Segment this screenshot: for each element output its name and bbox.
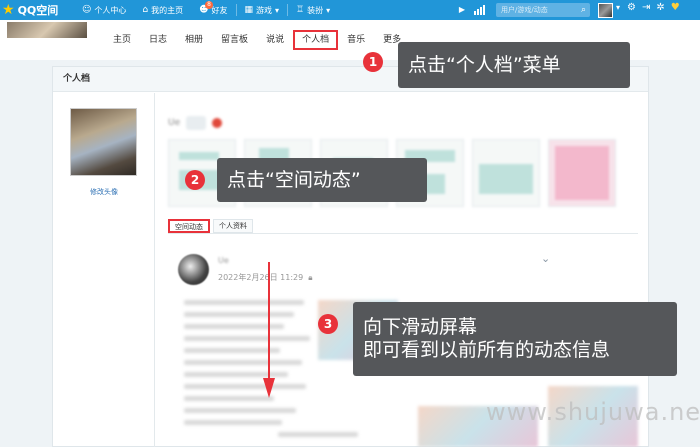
nav-label: 好友 (211, 5, 228, 15)
home-icon: ⌂ (142, 5, 149, 15)
nav-label: 我的主页 (151, 5, 184, 15)
chevron-down-icon[interactable]: ⌄ (541, 252, 550, 265)
callout-text: 点击“空间动态” (227, 168, 361, 191)
card-thumbnail[interactable] (548, 139, 616, 207)
step-number: 2 (185, 170, 205, 190)
callout-text: 点击“个人档”菜单 (408, 53, 561, 76)
profile-tabs: 主页 日志 相册 留言板 说说 个人档 音乐 更多 (104, 20, 410, 60)
chevron-down-icon[interactable]: ▾ (616, 3, 620, 12)
signal-icon[interactable] (474, 5, 486, 15)
avatar-column: 修改头像 (53, 93, 155, 447)
play-icon[interactable]: ▶ (456, 4, 468, 16)
tab-home[interactable]: 主页 (104, 30, 140, 50)
nav-personal-center[interactable]: ☺ 个人中心 (74, 0, 134, 20)
card-thumbnail[interactable] (472, 139, 540, 207)
chevron-down-icon: ▾ (326, 5, 331, 15)
brand-name: QQ空间 (17, 4, 59, 17)
profile-cover-thumb (5, 20, 89, 40)
nav-decorate[interactable]: ♖ 装扮 ▾ (288, 0, 338, 20)
top-icons: ⚙ ⇥ ✲ ♥ (627, 2, 680, 13)
nav-my-homepage[interactable]: ⌂ 我的主页 (134, 0, 191, 20)
strawberry-icon[interactable] (212, 118, 223, 128)
user-icon: ☺ (82, 5, 92, 15)
tab-blog[interactable]: 日志 (140, 30, 176, 50)
search-input[interactable]: 用户/游戏/动态 ⌕ (496, 3, 590, 17)
tab-personal-info[interactable]: 个人资料 (213, 219, 253, 233)
gear-icon[interactable]: ✲ (656, 2, 664, 13)
callout-step-1: 点击“个人档”菜单 (398, 42, 630, 88)
search-icon[interactable]: ⌕ (581, 3, 586, 17)
callout-step-3: 向下滑动屏幕 即可看到以前所有的动态信息 (353, 302, 677, 376)
watermark: www.shujuwa.net (486, 398, 700, 426)
exit-icon[interactable]: ⇥ (642, 2, 650, 13)
divider (168, 233, 638, 234)
post-author-avatar[interactable] (178, 254, 209, 285)
nav-label: 个人中心 (94, 5, 127, 15)
nav-label: 装扮 (307, 5, 324, 15)
settings-icon[interactable]: ⚙ (627, 2, 636, 13)
post-time-text: 2022年2月26日 11:29 (218, 273, 304, 282)
post-author-name[interactable]: Ue (218, 256, 229, 265)
nav-friends[interactable]: ☻ 8 好友 (191, 0, 235, 20)
callout-step-2: 点击“空间动态” (217, 158, 427, 202)
shirt-icon: ♖ (296, 5, 305, 15)
feed-subtabs: 空间动态 个人资料 (168, 219, 253, 233)
avatar[interactable] (598, 3, 613, 18)
callout-text: 即可看到以前所有的动态信息 (363, 339, 611, 361)
tab-space-feed[interactable]: 空间动态 (168, 219, 210, 233)
grid-icon: ▦ (244, 5, 254, 15)
step-number: 3 (318, 314, 338, 334)
edit-avatar-link[interactable]: 修改头像 (53, 187, 155, 197)
top-bar: ★ QQ空间 ☺ 个人中心 ⌂ 我的主页 ☻ 8 好友 ▦ 游戏 ▾ ♖ 装扮 … (0, 0, 700, 20)
nav-label: 游戏 (256, 5, 273, 15)
chevron-down-icon: ▾ (275, 5, 280, 15)
heart-icon[interactable]: ♥ (671, 2, 680, 13)
tab-talk[interactable]: 说说 (257, 30, 293, 50)
tab-profile[interactable]: 个人档 (293, 30, 339, 50)
user-name-row: Ue (168, 116, 223, 130)
search-placeholder: 用户/游戏/动态 (501, 6, 548, 14)
scroll-down-arrow-icon (263, 262, 275, 398)
lock-icon: 🔒︎ (308, 273, 313, 282)
tab-guestbook[interactable]: 留言板 (212, 30, 257, 50)
notification-badge: 8 (205, 1, 213, 9)
top-nav: ☺ 个人中心 ⌂ 我的主页 ☻ 8 好友 ▦ 游戏 ▾ ♖ 装扮 ▾ (74, 0, 338, 20)
step-number: 1 (363, 52, 383, 72)
star-icon: ★ (2, 2, 15, 18)
profile-photo[interactable] (70, 108, 137, 176)
qzone-logo[interactable]: ★ QQ空间 (2, 2, 58, 18)
user-name: Ue (168, 118, 181, 128)
tab-music[interactable]: 音乐 (338, 30, 374, 50)
nav-games[interactable]: ▦ 游戏 ▾ (237, 0, 288, 20)
tab-album[interactable]: 相册 (176, 30, 212, 50)
diamond-icon[interactable] (186, 116, 207, 130)
callout-text: 向下滑动屏幕 (363, 316, 478, 338)
